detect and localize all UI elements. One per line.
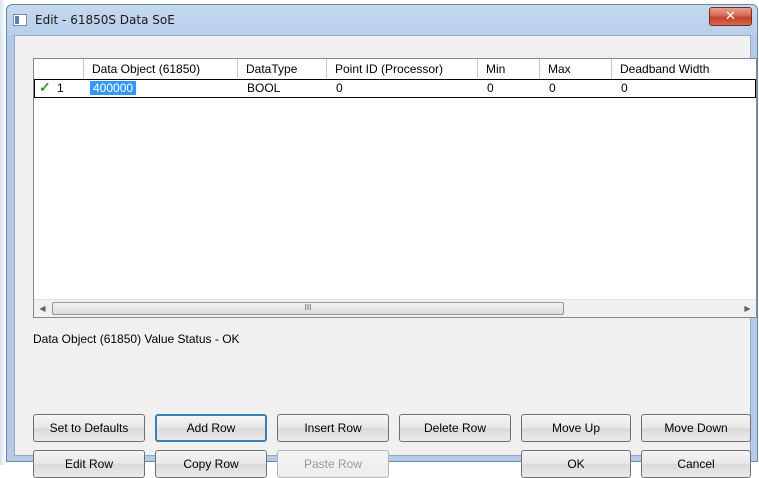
cell-max[interactable]: 0 <box>541 80 613 97</box>
move-down-button[interactable]: Move Down <box>641 414 751 442</box>
row-index: 1 <box>57 81 64 95</box>
window-title: Edit - 61850S Data SoE <box>35 13 175 27</box>
column-header-deadband[interactable]: Deadband Width <box>612 59 756 79</box>
cell-data-object[interactable]: 400000 <box>85 80 239 97</box>
grid-header: Data Object (61850) DataType Point ID (P… <box>34 59 756 80</box>
column-header-index[interactable] <box>34 59 84 79</box>
scroll-left-icon[interactable]: ◀ <box>34 300 51 317</box>
value-status-text: Data Object (61850) Value Status - OK <box>33 332 240 346</box>
cell-point-id[interactable]: 0 <box>328 80 479 97</box>
column-header-data-object[interactable]: Data Object (61850) <box>84 59 238 79</box>
cell-datatype[interactable]: BOOL <box>239 80 328 97</box>
cell-min[interactable]: 0 <box>479 80 541 97</box>
table-row[interactable]: ✓ 1 400000 BOOL 0 0 0 0 <box>34 79 756 98</box>
column-header-min[interactable]: Min <box>478 59 540 79</box>
scrollbar-thumb[interactable]: III <box>52 302 564 315</box>
scroll-right-icon[interactable]: ▶ <box>739 300 756 317</box>
data-grid[interactable]: Data Object (61850) DataType Point ID (P… <box>33 58 757 318</box>
cell-deadband[interactable]: 0 <box>613 80 753 97</box>
close-icon: ✕ <box>725 9 736 24</box>
move-up-button[interactable]: Move Up <box>521 414 631 442</box>
horizontal-scrollbar[interactable]: ◀ III ▶ <box>34 299 756 317</box>
insert-row-button[interactable]: Insert Row <box>277 414 389 442</box>
paste-row-button[interactable]: Paste Row <box>277 450 389 478</box>
copy-row-button[interactable]: Copy Row <box>155 450 267 478</box>
column-header-datatype[interactable]: DataType <box>238 59 327 79</box>
column-header-max[interactable]: Max <box>540 59 612 79</box>
close-button[interactable]: ✕ <box>709 7 752 26</box>
cell-data-object-value: 400000 <box>90 81 137 95</box>
delete-row-button[interactable]: Delete Row <box>399 414 511 442</box>
scrollbar-grip: III <box>304 303 312 312</box>
set-to-defaults-button[interactable]: Set to Defaults <box>33 414 145 442</box>
dialog-client-area: Data Object (61850) DataType Point ID (P… <box>14 35 757 478</box>
cancel-button[interactable]: Cancel <box>641 450 751 478</box>
add-row-button[interactable]: Add Row <box>155 414 267 442</box>
app-window-icon <box>13 14 27 26</box>
column-header-point-id[interactable]: Point ID (Processor) <box>327 59 478 79</box>
title-bar[interactable]: Edit - 61850S Data SoE ✕ <box>7 5 757 35</box>
edit-dialog-window: Edit - 61850S Data SoE ✕ Data Object (61… <box>6 4 758 478</box>
ok-button[interactable]: OK <box>521 450 631 478</box>
edit-row-button[interactable]: Edit Row <box>33 450 145 478</box>
